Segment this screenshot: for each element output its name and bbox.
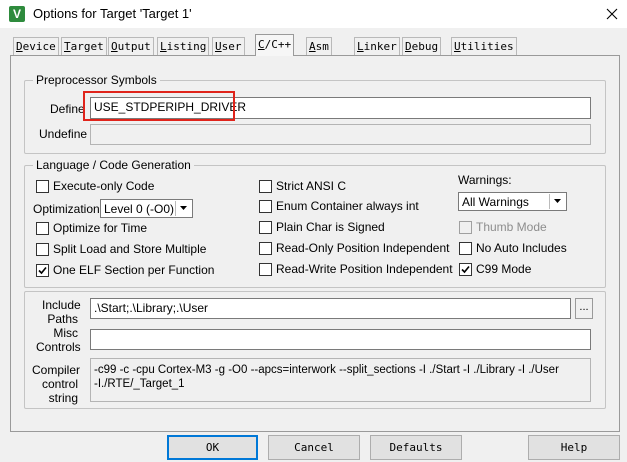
compiler-control-string[interactable]: -c99 -c -cpu Cortex-M3 -g -O0 --apcs=int… [90,358,591,402]
optimization-value: Level 0 (-O0) [104,202,175,216]
tab-device[interactable]: Device [13,37,59,56]
help-button[interactable]: Help [528,435,620,460]
ro-pi-checkbox[interactable] [259,242,272,255]
language-group-title: Language / Code Generation [33,158,194,172]
cancel-button[interactable]: Cancel [268,435,360,460]
tab-debug[interactable]: Debug [402,37,442,56]
tab-target[interactable]: Target [61,37,107,56]
plain-char-checkbox[interactable] [259,221,272,234]
window-title: Options for Target 'Target 1' [33,6,192,21]
no-auto-includes-checkbox[interactable] [459,242,472,255]
tab-asm[interactable]: Asm [306,37,332,56]
execute-only-label: Execute-only Code [53,179,155,193]
split-load-checkbox[interactable] [36,243,49,256]
one-elf-label: One ELF Section per Function [53,263,215,277]
keil-app-icon: V [9,6,25,22]
tab-output[interactable]: Output [108,37,154,56]
optimization-label: Optimization: [33,202,104,216]
include-paths-label: Include Paths [42,298,81,326]
tab-linker[interactable]: Linker [354,37,400,56]
strict-ansi-label: Strict ANSI C [276,179,347,193]
close-icon [606,8,618,20]
c99-mode-label: C99 Mode [476,262,532,276]
rw-pi-label: Read-Write Position Independent [276,262,453,276]
misc-controls-input[interactable] [90,329,591,350]
tab-user[interactable]: User [212,37,245,56]
no-auto-includes-label: No Auto Includes [476,241,567,255]
warnings-value: All Warnings [462,195,529,209]
misc-controls-label: Misc Controls [36,326,81,354]
compiler-control-label: Compiler control string [32,363,81,405]
defaults-button[interactable]: Defaults [370,435,462,460]
tab-listing[interactable]: Listing [157,37,210,56]
plain-char-label: Plain Char is Signed [276,220,385,234]
c99-mode-checkbox[interactable] [459,263,472,276]
include-paths-input[interactable]: .\Start;.\Library;.\User [90,298,571,319]
enum-container-label: Enum Container always int [276,199,419,213]
undefine-input[interactable] [90,124,591,145]
chevron-down-icon [549,194,565,209]
ro-pi-label: Read-Only Position Independent [276,241,450,255]
close-button[interactable] [597,0,627,28]
checkmark-icon [461,265,470,274]
strict-ansi-checkbox[interactable] [259,180,272,193]
enum-container-checkbox[interactable] [259,200,272,213]
one-elf-checkbox[interactable] [36,264,49,277]
checkmark-icon [38,266,47,275]
optimization-select[interactable]: Level 0 (-O0) [100,199,193,218]
browse-include-paths-button[interactable]: ... [575,298,593,319]
warnings-select[interactable]: All Warnings [458,192,567,211]
execute-only-checkbox[interactable] [36,180,49,193]
title-bar: V Options for Target 'Target 1' [0,0,627,28]
warnings-label: Warnings: [458,173,512,187]
optimize-time-checkbox[interactable] [36,222,49,235]
chevron-down-icon [175,201,191,216]
define-input[interactable]: USE_STDPERIPH_DRIVER [90,97,591,119]
split-load-label: Split Load and Store Multiple [53,242,207,256]
define-label: Define [50,102,85,116]
rw-pi-checkbox[interactable] [259,263,272,276]
optimize-time-label: Optimize for Time [53,221,148,235]
tab-c-cpp[interactable]: C/C++ [255,34,295,56]
thumb-mode-label: Thumb Mode [476,220,547,234]
thumb-mode-checkbox[interactable] [459,221,472,234]
preprocessor-group-title: Preprocessor Symbols [33,73,160,87]
undefine-label: Undefine [39,127,88,141]
tab-utilities[interactable]: Utilities [451,37,517,56]
ok-button[interactable]: OK [167,435,258,460]
